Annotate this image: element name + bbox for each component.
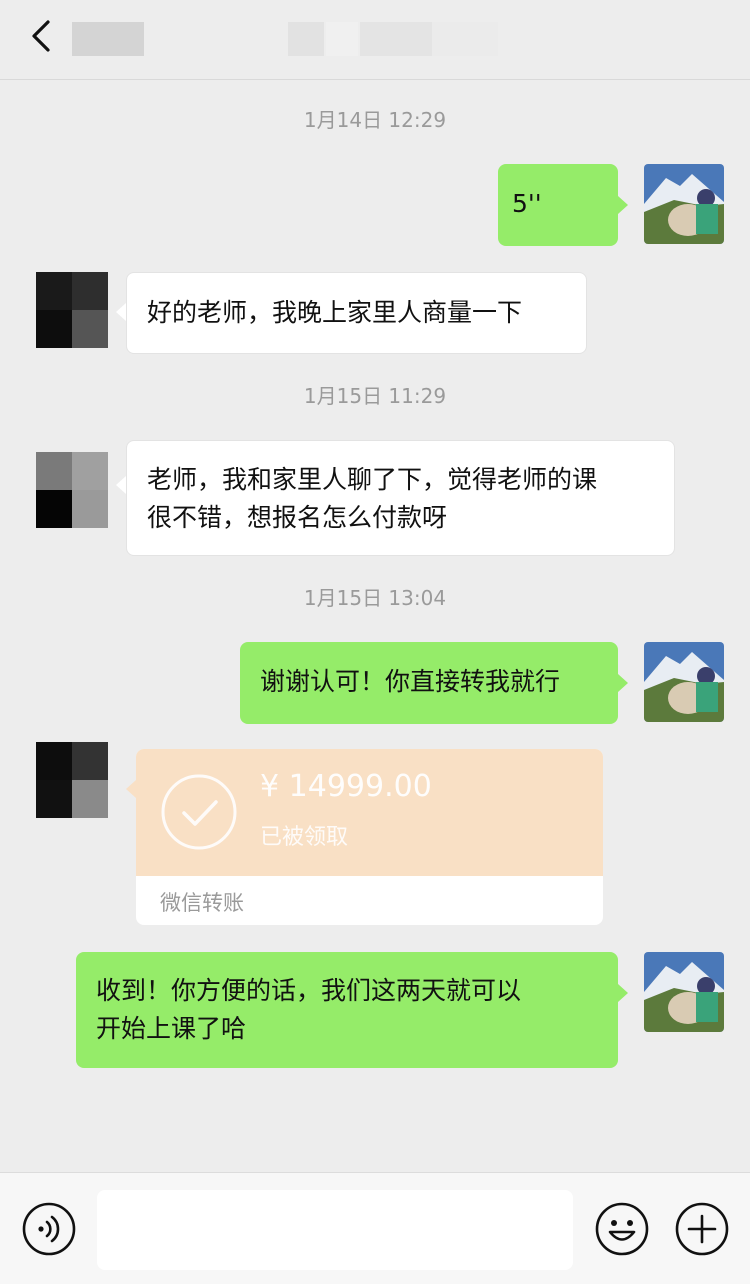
- message-text: 谢谢认可！你直接转我就行: [260, 667, 561, 696]
- timestamp: 1月14日 12:29: [303, 108, 447, 132]
- message-bubble-outgoing[interactable]: 收到！你方便的话，我们这两天就可以 开始上课了哈: [76, 952, 618, 1068]
- message-text-line: 老师，我和家里人聊了下，觉得老师的课: [147, 465, 598, 494]
- avatar-self[interactable]: [644, 952, 724, 1032]
- chat-header: [0, 0, 750, 80]
- message-input[interactable]: [97, 1190, 573, 1270]
- bubble-tail: [618, 984, 628, 1002]
- transfer-card-header: ¥ 14999.00 已被领取: [136, 749, 603, 876]
- avatar-contact[interactable]: [36, 272, 108, 348]
- message-text-line: 很不错，想报名怎么付款呀: [147, 503, 448, 532]
- transfer-card[interactable]: ¥ 14999.00 已被领取 微信转账: [136, 749, 603, 925]
- message-text: 5'': [512, 189, 542, 218]
- obscured-title: [432, 22, 498, 56]
- avatar-contact[interactable]: [36, 742, 108, 818]
- chevron-left-icon[interactable]: [28, 18, 58, 54]
- bubble-tail: [116, 303, 126, 321]
- timestamp: 1月15日 11:29: [303, 384, 447, 408]
- message-bubble-outgoing[interactable]: 谢谢认可！你直接转我就行: [240, 642, 618, 724]
- amount-value: 14999.00: [288, 769, 432, 804]
- bubble-tail: [618, 196, 628, 214]
- plus-icon[interactable]: [674, 1201, 730, 1257]
- check-circle-icon: [161, 774, 237, 850]
- currency-symbol: ¥: [260, 769, 280, 804]
- message-bubble-incoming[interactable]: 好的老师，我晚上家里人商量一下: [126, 272, 587, 354]
- voice-icon[interactable]: [21, 1201, 77, 1257]
- transfer-status: 已被领取: [260, 825, 349, 850]
- transfer-footer-label: 微信转账: [160, 891, 244, 915]
- bubble-tail: [618, 674, 628, 692]
- timestamp: 1月15日 13:04: [303, 586, 447, 610]
- transfer-amount: ¥ 14999.00: [260, 769, 432, 804]
- message-text: 好的老师，我晚上家里人商量一下: [147, 298, 523, 327]
- avatar-self[interactable]: [644, 642, 724, 722]
- emoji-icon[interactable]: [594, 1201, 650, 1257]
- obscured-title: [288, 22, 324, 56]
- bubble-tail: [116, 476, 126, 494]
- obscured-title: [326, 22, 358, 56]
- avatar-contact[interactable]: [36, 452, 108, 528]
- bubble-tail: [126, 780, 136, 798]
- message-bubble-outgoing[interactable]: 5'': [498, 164, 618, 246]
- message-text-line: 开始上课了哈: [96, 1014, 247, 1043]
- message-bubble-incoming[interactable]: 老师，我和家里人聊了下，觉得老师的课 很不错，想报名怎么付款呀: [126, 440, 675, 556]
- message-text-line: 收到！你方便的话，我们这两天就可以: [96, 976, 522, 1005]
- input-bar: [0, 1172, 750, 1284]
- obscured-contact-name: [72, 22, 144, 56]
- avatar-self[interactable]: [644, 164, 724, 244]
- obscured-title: [360, 22, 432, 56]
